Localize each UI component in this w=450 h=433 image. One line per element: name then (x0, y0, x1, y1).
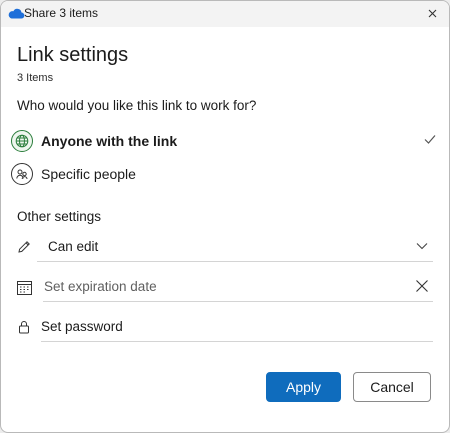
expiration-date-placeholder: Set expiration date (44, 279, 157, 294)
title-bar: Share 3 items (1, 1, 449, 27)
globe-icon (11, 130, 33, 152)
field-underline (37, 261, 433, 262)
permission-dropdown[interactable]: Can edit (15, 232, 433, 262)
onedrive-cloud-icon (8, 8, 25, 19)
option-label: Specific people (41, 166, 136, 182)
item-count: 3 Items (17, 72, 54, 84)
cancel-button[interactable]: Cancel (353, 372, 431, 402)
other-settings-heading: Other settings (17, 209, 102, 224)
close-button[interactable] (424, 5, 440, 21)
field-underline (43, 301, 433, 302)
password-placeholder: Set password (41, 319, 123, 334)
apply-button[interactable]: Apply (266, 372, 341, 402)
option-anyone-with-link[interactable]: Anyone with the link (11, 129, 439, 157)
audience-question: Who would you like this link to work for… (17, 98, 257, 113)
pencil-icon (15, 238, 33, 256)
option-specific-people[interactable]: Specific people (11, 162, 439, 190)
calendar-icon (15, 278, 33, 296)
permission-value: Can edit (48, 239, 99, 254)
clear-icon[interactable] (415, 279, 429, 293)
share-dialog: Share 3 items Link settings 3 Items Who … (0, 0, 450, 433)
page-title: Link settings (17, 44, 129, 66)
password-field[interactable]: Set password (15, 312, 433, 342)
lock-icon (15, 318, 33, 336)
chevron-down-icon (416, 243, 428, 250)
field-underline (41, 341, 433, 342)
close-icon (428, 9, 436, 17)
option-label: Anyone with the link (41, 133, 178, 149)
checkmark-icon (424, 135, 436, 144)
window-title: Share 3 items (24, 6, 99, 20)
people-icon (11, 163, 33, 185)
expiration-date-field[interactable]: Set expiration date (15, 272, 433, 302)
